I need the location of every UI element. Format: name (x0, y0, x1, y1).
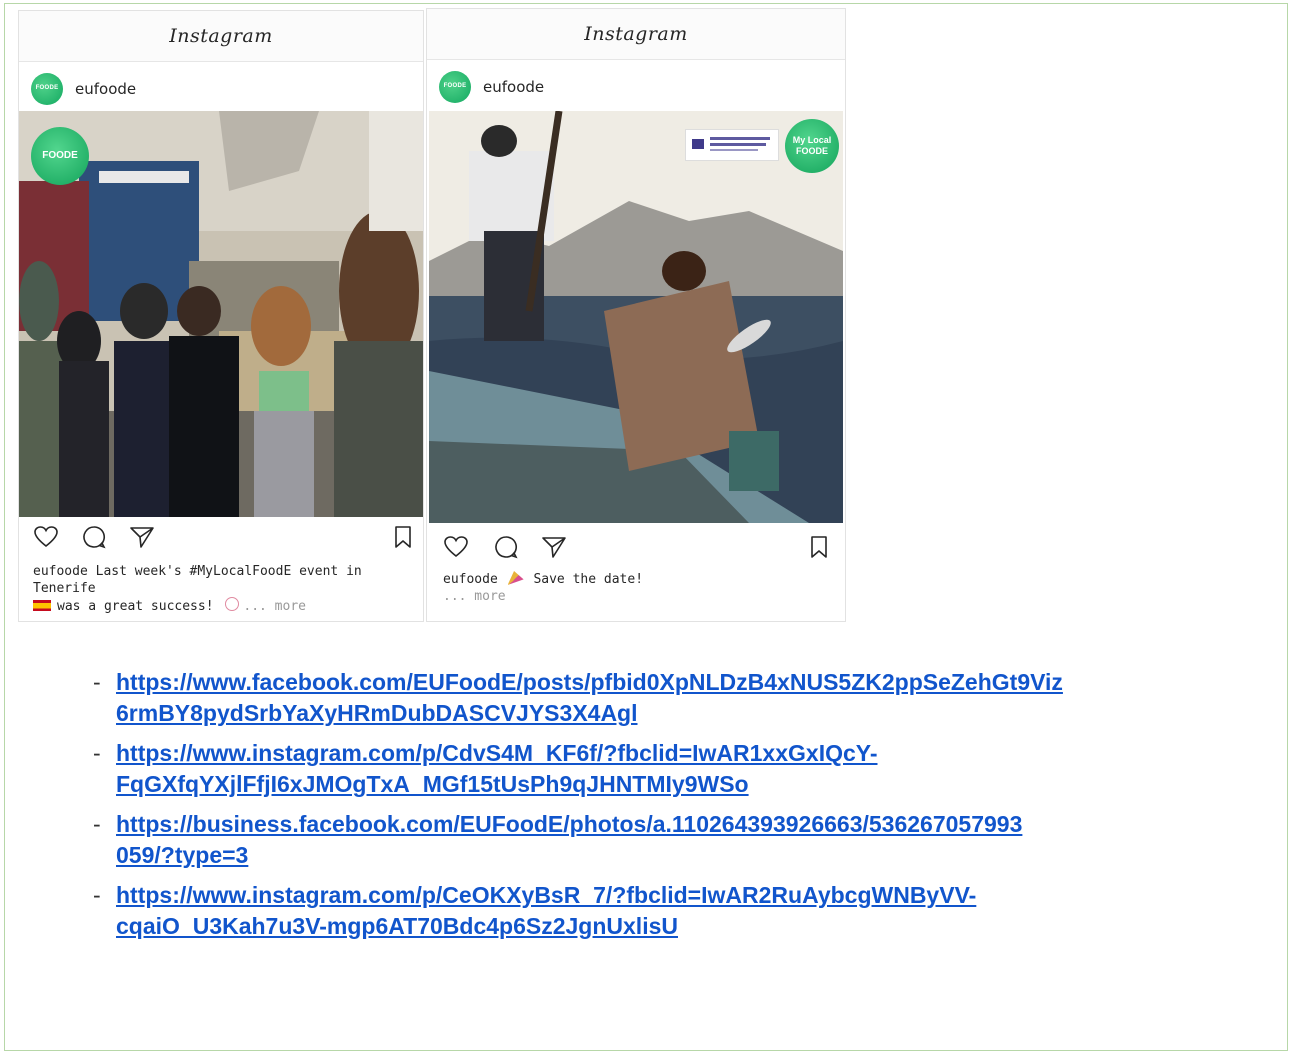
list-item: - https://www.facebook.com/EUFoodE/posts… (93, 669, 1063, 726)
post-caption: eufoode Last week's #MyLocalFoodE event … (33, 564, 362, 614)
heart-icon[interactable] (33, 525, 59, 549)
facebook-post-link[interactable]: https://www.facebook.com/EUFoodE/posts/p… (116, 669, 1063, 726)
brand-badge: My Local FOODE (785, 119, 839, 173)
clock-icon (225, 597, 240, 611)
fishing-boat-photo (429, 111, 843, 523)
instagram-header: Instagram (427, 9, 845, 60)
post-caption: eufoode Save the date! ... more (443, 571, 644, 605)
bookmark-icon[interactable] (809, 535, 829, 559)
instagram-post-2: Instagram FOODE eufoode My Local FOODE e… (426, 8, 846, 622)
more-link[interactable]: ... more (243, 599, 306, 614)
brand-badge: FOODE (31, 127, 89, 185)
instagram-title: Instagram (169, 25, 273, 47)
institute-logo (685, 129, 779, 161)
comment-icon[interactable] (81, 525, 107, 549)
list-item: - https://www.instagram.com/p/CdvS4M_KF6… (93, 740, 878, 797)
bookmark-icon[interactable] (393, 525, 413, 549)
username[interactable]: eufoode (483, 78, 544, 96)
flag-icon (33, 600, 51, 611)
instagram-post-link[interactable]: https://www.instagram.com/p/CeOKXyBsR_7/… (116, 882, 976, 939)
instagram-post-link[interactable]: https://www.instagram.com/p/CdvS4M_KF6f/… (116, 740, 878, 797)
more-link[interactable]: ... more (443, 588, 643, 605)
facebook-photo-link[interactable]: https://business.facebook.com/EUFoodE/ph… (116, 811, 1022, 868)
list-item: - https://business.facebook.com/EUFoodE/… (93, 811, 1023, 868)
comment-icon[interactable] (493, 535, 519, 559)
avatar[interactable]: FOODE (439, 71, 471, 103)
avatar[interactable]: FOODE (31, 73, 63, 105)
send-icon[interactable] (129, 525, 155, 549)
heart-icon[interactable] (443, 535, 469, 559)
instagram-title: Instagram (584, 23, 688, 45)
post-photo[interactable]: FOODE (19, 111, 423, 517)
instagram-header: Instagram (19, 11, 423, 62)
post-actions (33, 525, 413, 555)
instagram-post-1: Instagram FOODE eufoode FOODE eufoode La… (18, 10, 424, 622)
party-popper-icon (507, 571, 524, 585)
username[interactable]: eufoode (75, 80, 136, 98)
link-list: - https://www.facebook.com/EUFoodE/posts… (93, 667, 1286, 951)
post-actions (443, 535, 833, 565)
send-icon[interactable] (541, 535, 567, 559)
list-item: - https://www.instagram.com/p/CeOKXyBsR_… (93, 882, 977, 939)
post-photo[interactable]: My Local FOODE (429, 111, 843, 523)
